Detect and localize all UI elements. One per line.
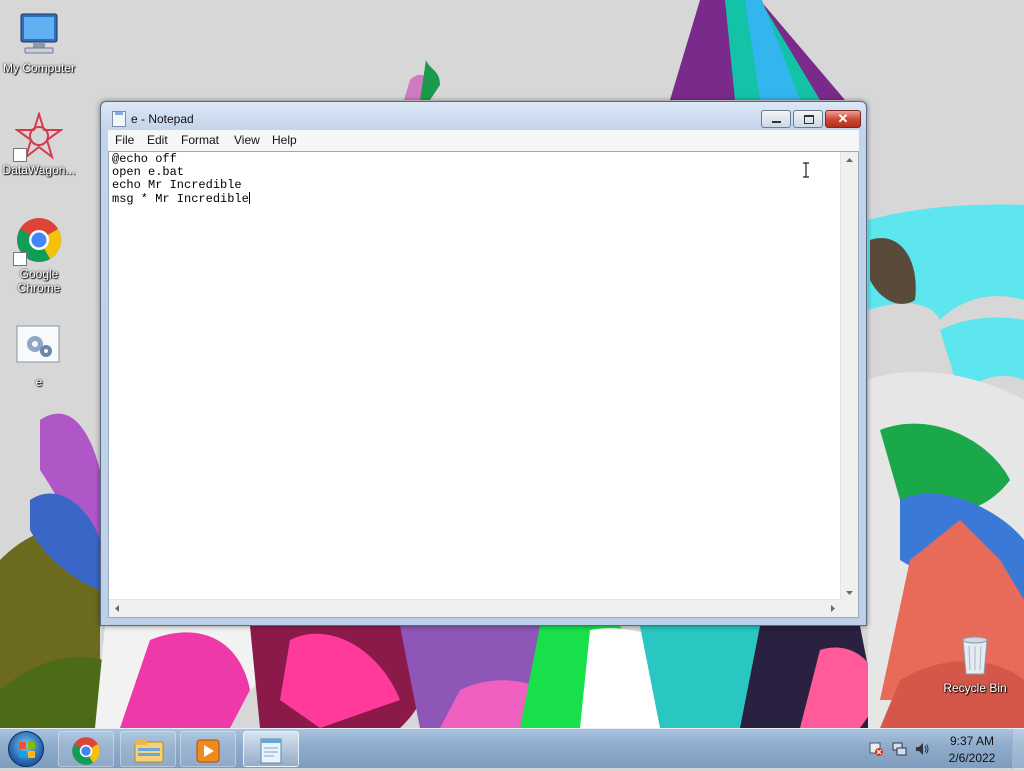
menu-edit[interactable]: Edit	[147, 133, 168, 147]
scroll-right-arrow-icon[interactable]	[824, 600, 841, 617]
horizontal-scrollbar[interactable]	[109, 599, 841, 617]
taskbar-media-player-button[interactable]	[180, 731, 236, 767]
start-button[interactable]	[8, 731, 44, 767]
desktop-icon-my-computer[interactable]: My Computer	[0, 10, 78, 75]
desktop-icon-label: e	[35, 375, 43, 389]
desktop: My Computer DataWagon... Google Chrome e…	[0, 0, 1024, 728]
clock-date[interactable]: 2/6/2022	[937, 751, 1007, 765]
vertical-scrollbar[interactable]	[840, 152, 858, 601]
menu-help[interactable]: Help	[272, 133, 297, 147]
text-caret	[248, 192, 250, 204]
scroll-up-arrow-icon[interactable]	[841, 152, 858, 169]
notepad-window[interactable]: e - Notepad ✕ File Edit Format View Help…	[100, 101, 867, 626]
scrollbar-corner	[841, 600, 858, 617]
menu-bar: File Edit Format View Help	[108, 130, 859, 152]
close-icon: ✕	[837, 111, 849, 126]
volume-icon[interactable]	[914, 741, 930, 757]
editor-content: @echo off open e.bat echo Mr Incredible …	[112, 152, 249, 206]
menu-file[interactable]: File	[115, 133, 134, 147]
menu-view[interactable]: View	[234, 133, 260, 147]
datawagon-icon	[13, 112, 63, 162]
taskbar-explorer-button[interactable]	[120, 731, 176, 767]
show-desktop-button[interactable]	[1012, 729, 1024, 769]
desktop-icon-google-chrome[interactable]: Google Chrome	[0, 216, 78, 295]
shortcut-arrow-icon	[13, 148, 27, 162]
desktop-icon-datawagon[interactable]: DataWagon...	[0, 112, 78, 177]
menu-format[interactable]: Format	[181, 133, 219, 147]
desktop-icon-label: DataWagon...	[2, 163, 76, 177]
title-bar[interactable]: e - Notepad ✕	[101, 102, 866, 132]
ibeam-cursor-icon	[803, 162, 809, 178]
taskbar-notepad-button[interactable]	[243, 731, 299, 767]
chrome-icon	[72, 737, 100, 765]
taskbar: 9:37 AM 2/6/2022	[0, 728, 1024, 769]
desktop-icon-recycle-bin[interactable]: Recycle Bin	[936, 630, 1014, 695]
scroll-left-arrow-icon[interactable]	[109, 600, 126, 617]
explorer-icon	[134, 740, 164, 763]
window-title: e - Notepad	[131, 112, 194, 126]
maximize-button[interactable]	[793, 110, 823, 128]
notepad-icon	[260, 738, 282, 764]
shortcut-arrow-icon	[13, 252, 27, 266]
network-icon[interactable]	[891, 741, 907, 757]
desktop-icon-label: My Computer	[2, 61, 76, 75]
chrome-icon	[13, 216, 63, 266]
scroll-down-arrow-icon[interactable]	[841, 584, 858, 601]
minimize-button[interactable]	[761, 110, 791, 128]
desktop-icon-e[interactable]: e	[0, 324, 78, 389]
desktop-icon-label: Recycle Bin	[943, 681, 1007, 695]
windows-logo-icon	[19, 742, 35, 758]
close-button[interactable]: ✕	[825, 110, 861, 128]
computer-icon	[15, 10, 63, 58]
notepad-icon	[112, 111, 126, 127]
recycle-bin-icon	[951, 630, 999, 678]
action-center-icon[interactable]	[868, 741, 884, 757]
desktop-icon-label: Google Chrome	[17, 267, 61, 295]
media-player-icon	[196, 739, 220, 763]
taskbar-chrome-button[interactable]	[58, 731, 114, 767]
clock-time[interactable]: 9:37 AM	[937, 734, 1007, 748]
text-editor[interactable]: @echo off open e.bat echo Mr Incredible …	[108, 151, 859, 618]
batch-file-icon	[15, 324, 63, 372]
